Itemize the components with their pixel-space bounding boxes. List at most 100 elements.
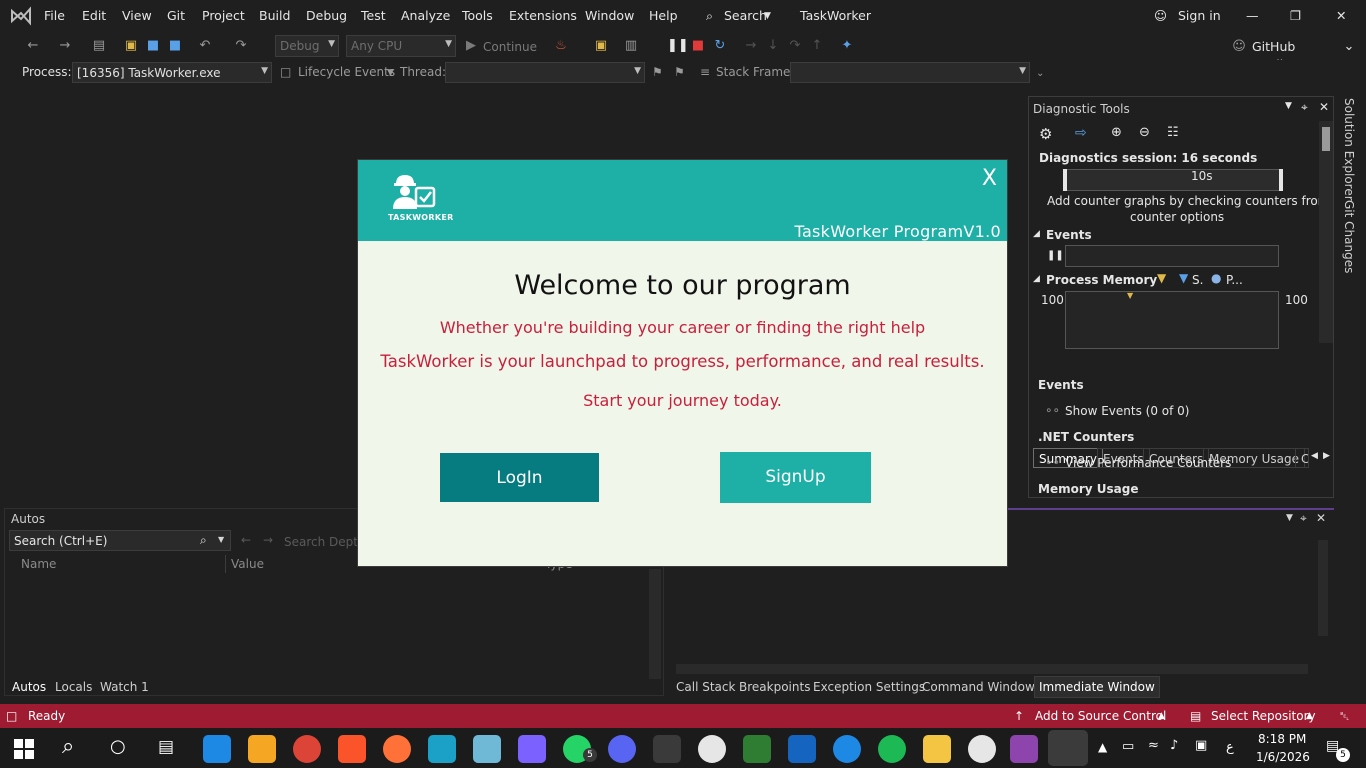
tab-cpu[interactable]: C (1295, 448, 1309, 468)
timeline-end-handle[interactable] (1279, 169, 1283, 191)
step-over-icon[interactable]: → (742, 37, 760, 55)
app-icon-purple[interactable] (518, 735, 546, 763)
firefox-icon[interactable] (383, 735, 411, 763)
pin-icon[interactable]: ⌖ (1301, 100, 1308, 115)
app-icon-gray[interactable] (653, 735, 681, 763)
vscode-icon[interactable] (203, 735, 231, 763)
tab-immediate-window[interactable]: Immediate Window (1034, 676, 1160, 698)
menu-debug[interactable]: Debug (306, 8, 347, 23)
tab-scroll-right-icon[interactable]: ▶ (1323, 451, 1330, 461)
search-menu[interactable]: Search (724, 8, 767, 23)
hot-reload-icon[interactable]: ♨ (552, 37, 570, 55)
source-control-icon[interactable]: ↑ (1014, 709, 1024, 723)
account-icon[interactable]: ☺ (1154, 8, 1167, 23)
language-indicator[interactable]: ع (1226, 740, 1234, 755)
panel-menu-icon[interactable]: ▼ (1286, 513, 1293, 523)
solution-explorer-tab[interactable]: Solution Explorer (1342, 98, 1356, 201)
diag-scrollbar[interactable] (1319, 121, 1333, 343)
zoom-out-icon[interactable]: ⊖ (1139, 125, 1150, 140)
windows-start-icon[interactable] (14, 739, 34, 759)
app-icon-orange[interactable] (248, 735, 276, 763)
cortana-icon[interactable]: ○ (110, 736, 126, 757)
stop-icon[interactable]: ■ (689, 37, 707, 55)
open-folder-icon[interactable]: ▣ (122, 37, 140, 55)
search-options-chevron-icon[interactable]: ▼ (218, 535, 224, 544)
pause-icon[interactable]: ❚❚ (667, 37, 689, 55)
clock-app-icon[interactable] (698, 735, 726, 763)
restart-icon[interactable]: ↻ (711, 37, 729, 55)
step-into-icon[interactable]: ↓ (764, 37, 782, 55)
login-button[interactable]: LogIn (440, 453, 599, 502)
repository-chevron-icon[interactable]: ▲ (1306, 711, 1313, 721)
spotify-icon[interactable] (878, 735, 906, 763)
tab-exception-settings[interactable]: Exception Settings (813, 680, 925, 694)
minimize-button[interactable]: — (1246, 8, 1259, 23)
search-icon[interactable]: ⌕ (200, 533, 207, 548)
copilot-icon[interactable]: ☺ (1230, 38, 1248, 56)
pin-icon[interactable]: ⌖ (1300, 511, 1307, 526)
task-view-icon[interactable]: ▤ (158, 737, 174, 757)
overflow-chevron-icon[interactable]: ⌄ (1036, 68, 1044, 79)
menu-edit[interactable]: Edit (82, 8, 106, 23)
back-icon[interactable]: ← (24, 37, 42, 55)
flag-icon[interactable]: ⚑ (652, 65, 663, 79)
lifecycle-chevron-icon[interactable]: ▼ (387, 68, 394, 78)
step-out-icon[interactable]: ↑ (808, 37, 826, 55)
diag-scroll-thumb[interactable] (1322, 127, 1330, 151)
window-layout-icon[interactable]: ▥ (622, 37, 640, 55)
lifecycle-icon[interactable]: □ (280, 65, 291, 79)
dialog-close-button[interactable]: X (982, 166, 997, 191)
view-performance-counters-link[interactable]: View Performance Counters (1065, 456, 1231, 470)
tab-locals[interactable]: Locals (55, 680, 92, 694)
close-panel-icon[interactable]: ✕ (1319, 100, 1329, 114)
config-combo[interactable]: Debug ▼ (275, 35, 339, 57)
add-to-source-control[interactable]: Add to Source Control (1035, 709, 1166, 723)
redo-icon[interactable]: ↷ (232, 37, 250, 55)
panel-menu-icon[interactable]: ▼ (1285, 101, 1292, 111)
file-explorer-icon[interactable] (923, 735, 951, 763)
menu-file[interactable]: File (44, 8, 65, 23)
github-copilot-button[interactable]: GitHub Copilot (1252, 38, 1342, 72)
new-project-icon[interactable]: ▤ (90, 37, 108, 55)
save-icon[interactable]: ■ (144, 37, 162, 55)
signup-button[interactable]: SignUp (720, 452, 871, 503)
undo-icon[interactable]: ↶ (196, 37, 214, 55)
visual-studio-logo-icon[interactable] (10, 6, 32, 26)
continue-button[interactable]: Continue (483, 38, 543, 56)
show-events-link[interactable]: Show Events (0 of 0) (1065, 404, 1189, 418)
forward-icon[interactable]: → (56, 37, 74, 55)
folder-icon[interactable]: ▣ (592, 37, 610, 55)
zoom-in-icon[interactable]: ⊕ (1111, 125, 1122, 140)
app-icon-a[interactable] (833, 735, 861, 763)
menu-analyze[interactable]: Analyze (401, 8, 450, 23)
menu-build[interactable]: Build (259, 8, 290, 23)
immediate-h-scrollbar[interactable] (676, 664, 1308, 674)
close-panel-icon[interactable]: ✕ (1316, 511, 1326, 525)
tab-breakpoints[interactable]: Breakpoints (739, 680, 810, 694)
tab-command-window[interactable]: Command Window (922, 680, 1035, 694)
immediate-scrollbar[interactable] (1318, 540, 1328, 636)
source-control-chevron-icon[interactable]: ▲ (1158, 711, 1165, 721)
repository-icon[interactable]: ▤ (1190, 709, 1201, 723)
menu-window[interactable]: Window (585, 8, 634, 23)
close-window-button[interactable]: ✕ (1336, 8, 1346, 23)
menu-test[interactable]: Test (361, 8, 386, 23)
select-repository[interactable]: Select Repository (1211, 709, 1316, 723)
col-divider[interactable] (225, 555, 226, 573)
diagnostics-icon[interactable]: ✦ (838, 37, 856, 55)
export-icon[interactable]: ⇨ (1075, 125, 1087, 141)
wifi-icon[interactable]: ≈ (1148, 738, 1159, 753)
media-player-icon[interactable] (968, 735, 996, 763)
chart-icon[interactable]: ☷ (1167, 125, 1179, 140)
git-changes-tab[interactable]: Git Changes (1342, 200, 1356, 273)
discord-icon[interactable] (608, 735, 636, 763)
play-icon[interactable]: ▶ (462, 37, 480, 55)
menu-tools[interactable]: Tools (462, 8, 493, 23)
visual-studio-taskbar-icon[interactable] (1010, 735, 1038, 763)
events-collapse-icon[interactable]: ◢ (1033, 229, 1040, 239)
autos-scrollbar[interactable] (649, 569, 661, 679)
stack-frame-combo[interactable]: ▼ (790, 62, 1030, 83)
tab-call-stack[interactable]: Call Stack (676, 680, 735, 694)
thread-combo[interactable]: ▼ (445, 62, 645, 83)
recorder-icon[interactable] (788, 735, 816, 763)
